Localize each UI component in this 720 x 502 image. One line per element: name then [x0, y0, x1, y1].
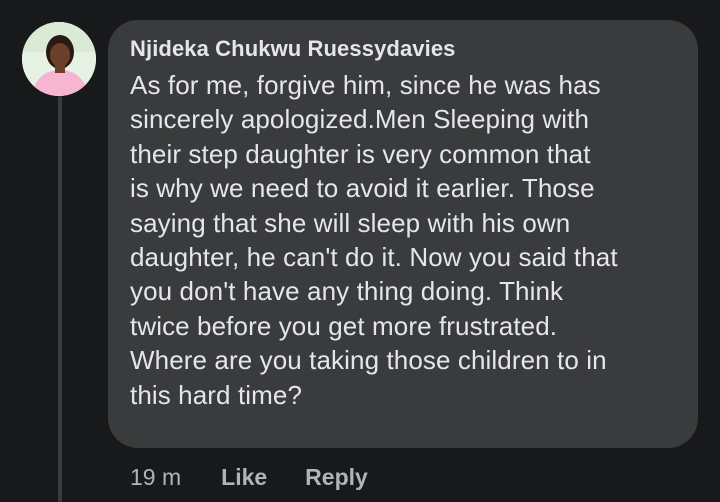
comment-author[interactable]: Njideka Chukwu Ruessydavies	[130, 36, 676, 62]
comment-line: their step daughter is very common that	[130, 138, 591, 169]
comment-timestamp[interactable]: 19 m	[130, 463, 181, 491]
comment-line: this hard time?	[130, 379, 303, 410]
comment-actions: 19 m Like Reply	[130, 463, 368, 491]
comment-line: As for me, forgive him, since he was has	[130, 70, 601, 100]
comment-line: you don't have any thing doing. Think	[130, 276, 564, 307]
comment-line: saying that she will sleep with his own	[130, 207, 571, 238]
comment-bubble: Njideka Chukwu Ruessydavies As for me, f…	[108, 20, 698, 448]
like-button[interactable]: Like	[221, 463, 267, 491]
comment-line: daughter, he can't do it. Now you said t…	[130, 242, 618, 273]
comment-line: twice before you get more frustrated.	[130, 310, 558, 341]
reply-button[interactable]: Reply	[305, 463, 368, 491]
avatar[interactable]	[22, 22, 96, 96]
comment-line: sincerely apologized.Men Sleeping with	[130, 104, 590, 135]
comment-text: As for me, forgive him, since he was has…	[130, 68, 676, 412]
thread-line	[58, 96, 62, 502]
comment-line: Where are you taking those children to i…	[130, 345, 607, 376]
profile-photo-icon	[22, 22, 96, 96]
comment-line: is why we need to avoid it earlier. Thos…	[130, 173, 595, 204]
